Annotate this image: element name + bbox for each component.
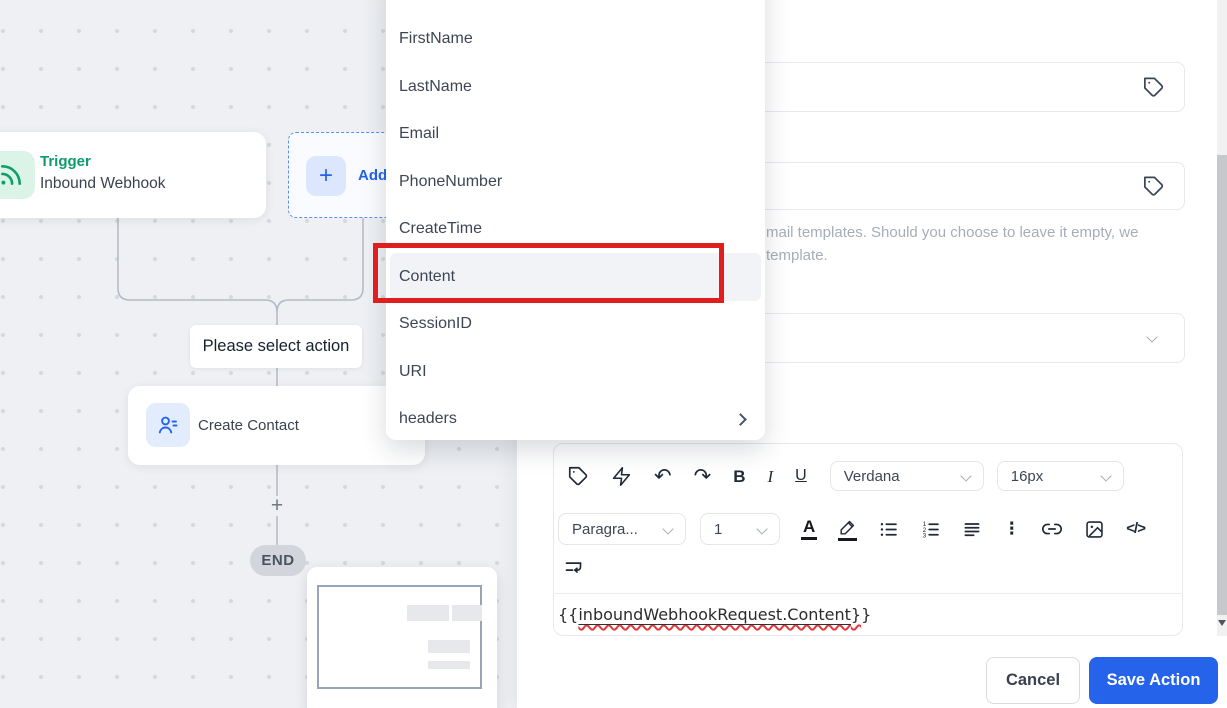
editor-content[interactable]: {{inboundWebhookRequest.Content}} [554, 594, 1182, 635]
preview-frame [317, 585, 482, 689]
end-node: END [250, 545, 306, 576]
paragraph-style-value: Paragra... [572, 520, 638, 538]
workflow-builder-screen: Trigger Inbound Webhook + Add Please sel… [0, 0, 1227, 708]
add-step-plus-button[interactable]: + [266, 494, 288, 518]
trigger-node[interactable]: Trigger Inbound Webhook [0, 132, 266, 218]
template-close-brace: } [861, 605, 872, 624]
dropdown-item-uri[interactable]: URI [386, 348, 765, 396]
template-open-brace: {{ [558, 605, 579, 624]
dropdown-item-phonenumber[interactable]: PhoneNumber [386, 158, 765, 206]
dropdown-item-email[interactable]: Email [386, 111, 765, 159]
dropdown-item-sessionid[interactable]: SessionID [386, 301, 765, 349]
font-size-value: 16px [1010, 467, 1044, 485]
tag-icon[interactable] [1142, 175, 1165, 198]
ordered-list-button[interactable]: 1 2 3 [920, 519, 941, 540]
dropdown-item-label: headers [399, 410, 457, 428]
chevron-down-icon [756, 523, 768, 535]
dropdown-item-clipped[interactable]: Type [386, 0, 765, 16]
line-height-value: 1 [714, 520, 723, 538]
bold-button[interactable]: B [733, 468, 745, 485]
trigger-title: Trigger [40, 153, 91, 170]
helper-text-line1: mail templates. Should you choose to lea… [766, 224, 1139, 241]
highlight-color-button[interactable] [838, 518, 858, 541]
chevron-right-icon [734, 412, 747, 426]
placeholder-block [407, 605, 449, 621]
chevron-down-icon [1100, 470, 1112, 482]
insert-tag-button[interactable] [567, 465, 589, 487]
placeholder-block [452, 605, 482, 621]
underline-button[interactable]: U [795, 468, 807, 484]
more-options-button[interactable]: ⋮ [1003, 520, 1020, 538]
undo-button[interactable]: ↶ [654, 465, 672, 487]
helper-text-line2: template. [766, 247, 828, 264]
dropdown-item-headers[interactable]: headers [386, 396, 765, 441]
font-family-value: Verdana [843, 467, 900, 485]
line-break-button[interactable] [563, 557, 584, 578]
dropdown-item-firstname[interactable]: FirstName [386, 16, 765, 64]
scrollbar-down-arrow-icon[interactable] [1218, 620, 1226, 626]
font-size-select[interactable]: 16px [996, 461, 1124, 491]
placeholder-block [428, 661, 470, 669]
action-prompt-label: Please select action [190, 325, 362, 368]
redo-button[interactable]: ↷ [694, 465, 712, 487]
variable-token: inboundWebhookRequest.Content} [578, 605, 862, 624]
insert-image-button[interactable] [1084, 519, 1105, 540]
tag-icon[interactable] [1142, 76, 1165, 99]
template-preview-card [307, 567, 497, 708]
dropdown-item-content[interactable]: Content [390, 253, 761, 301]
line-height-select[interactable]: 1 [700, 513, 780, 545]
save-action-button[interactable]: Save Action [1089, 657, 1218, 704]
font-family-select[interactable]: Verdana [829, 461, 984, 491]
paragraph-style-select[interactable]: Paragra... [558, 513, 686, 545]
contact-icon [146, 403, 190, 447]
svg-text:3: 3 [923, 532, 927, 539]
webhook-icon [0, 151, 35, 199]
align-button[interactable] [962, 519, 982, 539]
scrollbar-thumb[interactable] [1217, 155, 1227, 615]
placeholder-block [428, 640, 470, 653]
chevron-down-icon [662, 523, 674, 535]
dropdown-item-lastname[interactable]: LastName [386, 63, 765, 111]
unordered-list-button[interactable] [878, 519, 899, 540]
variable-dropdown: Type FirstName LastName Email PhoneNumbe… [386, 0, 765, 440]
trigger-subtitle: Inbound Webhook [40, 175, 166, 192]
cancel-button[interactable]: Cancel [986, 657, 1080, 704]
text-color-button[interactable]: A [801, 517, 818, 541]
insert-link-button[interactable] [1041, 518, 1063, 540]
italic-button[interactable]: I [768, 468, 774, 485]
dropdown-item-createtime[interactable]: CreateTime [386, 206, 765, 254]
plus-icon: + [306, 156, 346, 196]
lightning-icon[interactable] [611, 466, 632, 487]
chevron-down-icon [1146, 331, 1158, 343]
chevron-down-icon [960, 470, 972, 482]
add-label: Add [358, 166, 388, 184]
scrollbar-track[interactable] [1217, 0, 1227, 636]
create-contact-node[interactable]: Create Contact [128, 386, 425, 465]
create-contact-label: Create Contact [198, 417, 299, 434]
rich-text-editor: ↶ ↷ B I U Verdana 16px Paragra... 1 A 1 … [553, 443, 1183, 636]
